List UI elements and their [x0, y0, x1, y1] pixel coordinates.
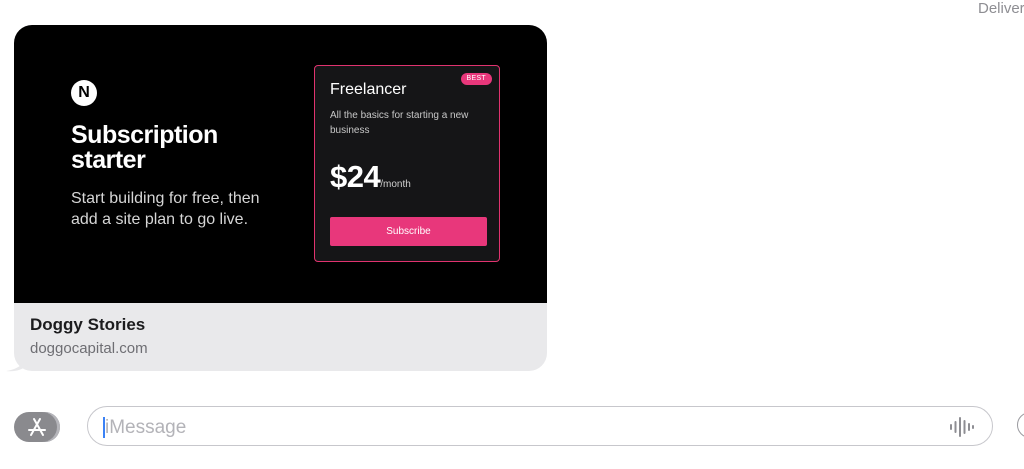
best-badge: BEST	[460, 73, 492, 85]
site-title: Doggy Stories	[30, 315, 146, 334]
plan-period: /month	[380, 179, 411, 190]
plan-description: All the basics for starting a new busine…	[330, 110, 469, 136]
message-input[interactable]: iMessage	[87, 406, 993, 446]
app-store-icon	[28, 418, 46, 436]
hero-title: Subscription starter	[71, 121, 218, 174]
price-row: $24/month	[330, 160, 411, 194]
plan-price: $24	[330, 159, 381, 194]
app-store-button[interactable]	[14, 412, 60, 442]
emoji-button-partial[interactable]	[1017, 412, 1024, 438]
subscribe-button: Subscribe	[330, 217, 487, 246]
next-logo-icon: N	[71, 80, 97, 106]
waveform-icon[interactable]	[948, 416, 976, 438]
hero-subtitle: Start building for free, then add a site…	[71, 190, 260, 228]
site-domain: doggocapital.com	[30, 340, 148, 357]
delivered-status: Delivered	[978, 0, 1024, 17]
plan-name: Freelancer	[330, 81, 407, 98]
link-preview-image: N Subscription starter Start building fo…	[14, 25, 547, 303]
link-preview-bubble[interactable]: N Subscription starter Start building fo…	[14, 25, 547, 371]
pricing-card: BEST Freelancer All the basics for start…	[314, 65, 500, 262]
message-placeholder: iMessage	[105, 417, 187, 438]
